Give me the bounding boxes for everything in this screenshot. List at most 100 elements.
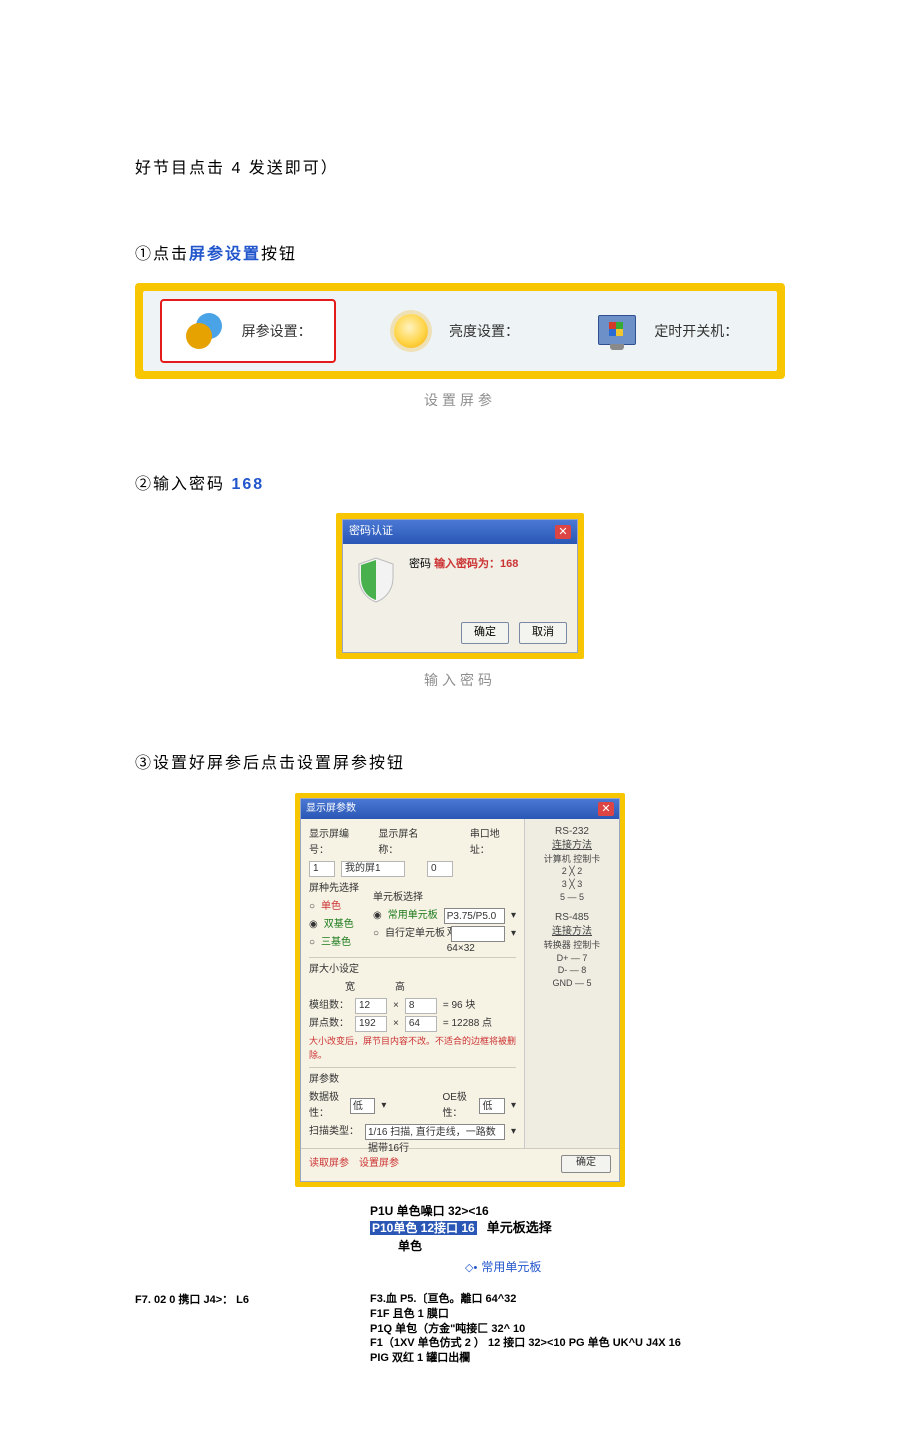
- axis-h: 高: [395, 980, 405, 996]
- param-left: 显示屏编号： 显示屏名称： 串口地址： 1 我的屏1 0 屏种先选择 ○ 单色 ◉…: [301, 819, 524, 1148]
- sun-icon: [391, 311, 431, 351]
- points-h[interactable]: 64: [405, 1016, 437, 1032]
- rs485-title: RS-485: [531, 911, 613, 925]
- unit-group-title: 单元板选择: [373, 890, 516, 906]
- param-ok-button[interactable]: 确定: [561, 1155, 611, 1173]
- step1-highlight: 屏参设置: [189, 246, 261, 263]
- monitor-icon: [596, 311, 636, 351]
- size-title: 屏大小设定: [309, 962, 516, 978]
- matrix-label: 模组数：: [309, 998, 349, 1014]
- if-title: 屏参数: [309, 1072, 516, 1088]
- oe-polarity-label: OE极性：: [442, 1090, 473, 1122]
- diamond-icon: ◇•: [465, 1262, 477, 1274]
- chevron-down-icon[interactable]: ▾: [511, 1124, 516, 1140]
- bottom-text-block: F7. 02 0 携口 J4>： L6 F3.血 P5.〔亘色。離口 64^32…: [135, 1292, 785, 1366]
- rs232-lines: 2 ╳ 2 3 ╳ 3 5 — 5: [531, 865, 613, 903]
- unit-line1: P1U 单色噪口 32><16: [370, 1203, 785, 1220]
- common-unit-link[interactable]: 常用单元板: [481, 1260, 541, 1274]
- toolbar-panel: 屏参设置： 亮度设置： 定时开关机：: [135, 283, 785, 379]
- step1-prefix: ①点击: [135, 246, 189, 263]
- radio-icon[interactable]: ○: [373, 926, 379, 942]
- radio-icon[interactable]: ○: [309, 899, 315, 915]
- chevron-down-icon[interactable]: ▾: [381, 1098, 386, 1114]
- data-polarity-select[interactable]: 低: [350, 1098, 376, 1114]
- matrix-w[interactable]: 12: [355, 998, 387, 1014]
- bottom-r4: F1（1XV 单色仿式 2 ） 12 接口 32><10 PG 单色 UK^U …: [370, 1336, 785, 1351]
- bottom-r3: P1Q 单包（方金"吨接匚 32^ 10: [370, 1322, 785, 1337]
- pc-label: 计算机: [544, 854, 571, 864]
- chevron-down-icon[interactable]: ▾: [511, 908, 516, 924]
- bottom-r2: F1F 且色 1 膜口: [370, 1307, 785, 1322]
- radio-icon[interactable]: ◉: [373, 908, 382, 924]
- param-dialog-frame: 显示屏参数 ✕ 显示屏编号： 显示屏名称： 串口地址： 1 我的屏1 0 屏种先…: [295, 793, 625, 1187]
- param-right: RS-232 连接方法 计算机 控制卡 2 ╳ 2 3 ╳ 3 5 — 5 RS…: [524, 819, 619, 1148]
- data-polarity-label: 数据极性：: [309, 1090, 344, 1122]
- lbl-screen-name: 显示屏名称：: [378, 827, 433, 859]
- timer-button[interactable]: 定时开关机：: [574, 301, 760, 361]
- radio-icon[interactable]: ○: [309, 935, 315, 951]
- select-custom-unit[interactable]: [451, 926, 505, 942]
- close-icon[interactable]: ✕: [598, 802, 614, 816]
- input-screen-name[interactable]: 我的屏1: [341, 861, 405, 877]
- timer-label: 定时开关机：: [654, 320, 738, 342]
- bottom-r5: PIG 双红 1 罐口出欄: [370, 1351, 785, 1366]
- bottom-r1: F3.血 P5.〔亘色。離口 64^32: [370, 1292, 785, 1307]
- scan-label: 扫描类型：: [309, 1124, 359, 1140]
- password-row: 密码 输入密码为：168: [409, 556, 518, 574]
- shield-icon: [355, 556, 397, 604]
- brightness-button[interactable]: 亮度设置：: [369, 301, 541, 361]
- points-w[interactable]: 192: [355, 1016, 387, 1032]
- password-hint: 输入密码为：168: [434, 558, 518, 570]
- input-addr[interactable]: 0: [427, 861, 453, 877]
- radio-custom[interactable]: 自行定单元板: [385, 926, 445, 942]
- axis-w: 宽: [345, 980, 355, 996]
- param-dialog: 显示屏参数 ✕ 显示屏编号： 显示屏名称： 串口地址： 1 我的屏1 0 屏种先…: [300, 798, 620, 1182]
- step2: ②输入密码 168: [135, 472, 785, 498]
- brightness-label: 亮度设置：: [449, 320, 519, 342]
- oe-polarity-select[interactable]: 低: [479, 1098, 505, 1114]
- matrix-h[interactable]: 8: [405, 998, 437, 1014]
- x: ×: [393, 998, 399, 1014]
- step2-prefix: ②输入密码: [135, 476, 231, 493]
- bottom-left: F7. 02 0 携口 J4>： L6: [135, 1292, 249, 1310]
- password-dialog: 密码认证 ✕ 密码 输入密码为：168 确定 取消: [342, 519, 578, 653]
- unit-preview-block: P1U 单色噪口 32><16 P10单色 12接口 16 单元板选择 单色: [135, 1203, 785, 1255]
- step1: ①点击屏参设置按钮: [135, 242, 785, 268]
- radio-single[interactable]: 单色: [321, 899, 341, 915]
- param-titlebar: 显示屏参数 ✕: [301, 799, 619, 819]
- cancel-button[interactable]: 取消: [519, 622, 567, 644]
- dialog-title: 密码认证: [349, 523, 393, 541]
- toolbar-caption: 设置屏参: [135, 389, 785, 411]
- rs232-method: 连接方法: [531, 839, 613, 853]
- lbl-screen-no: 显示屏编号：: [309, 827, 364, 859]
- radio-tri[interactable]: 三基色: [321, 935, 351, 951]
- color-group-title: 屏种先选择: [309, 881, 367, 897]
- card-label: 控制卡: [573, 854, 600, 864]
- ok-button[interactable]: 确定: [461, 622, 509, 644]
- password-label: 密码: [409, 558, 431, 570]
- points-result: = 12288 点: [443, 1016, 492, 1032]
- conv-label: 转换器: [544, 940, 571, 950]
- step2-code: 168: [231, 476, 264, 493]
- select-common-unit[interactable]: P3.75/P5.0双色 08接口 64×32: [444, 908, 505, 924]
- lbl-addr: 串口地址：: [470, 827, 516, 859]
- radio-common[interactable]: 常用单元板: [388, 908, 438, 924]
- rs485-method: 连接方法: [531, 925, 613, 939]
- screen-param-button[interactable]: 屏参设置：: [160, 299, 336, 363]
- radio-dual[interactable]: 双基色: [324, 917, 354, 933]
- password-caption: 输入密码: [135, 669, 785, 691]
- step3: ③设置好屏参后点击设置屏参按钮: [135, 751, 785, 777]
- dialog-titlebar: 密码认证 ✕: [343, 520, 577, 544]
- read-param-link[interactable]: 读取屏参: [309, 1156, 349, 1172]
- set-param-link[interactable]: 设置屏参: [359, 1156, 399, 1172]
- close-icon[interactable]: ✕: [555, 525, 571, 539]
- intro-text: 好节目点击 4 发送即可）: [135, 156, 785, 182]
- chevron-down-icon[interactable]: ▾: [511, 926, 516, 942]
- radio-icon[interactable]: ◉: [309, 917, 318, 933]
- password-dialog-frame: 密码认证 ✕ 密码 输入密码为：168 确定 取消: [336, 513, 584, 659]
- rs485-lines: D+ — 7 D- — 8 GND — 5: [531, 952, 613, 990]
- chevron-down-icon[interactable]: ▾: [511, 1098, 516, 1114]
- input-screen-no[interactable]: 1: [309, 861, 335, 877]
- scan-select[interactable]: 1/16 扫描, 直行走线，一路数据带16行: [365, 1124, 505, 1140]
- unit-selected[interactable]: P10单色 12接口 16: [370, 1221, 477, 1235]
